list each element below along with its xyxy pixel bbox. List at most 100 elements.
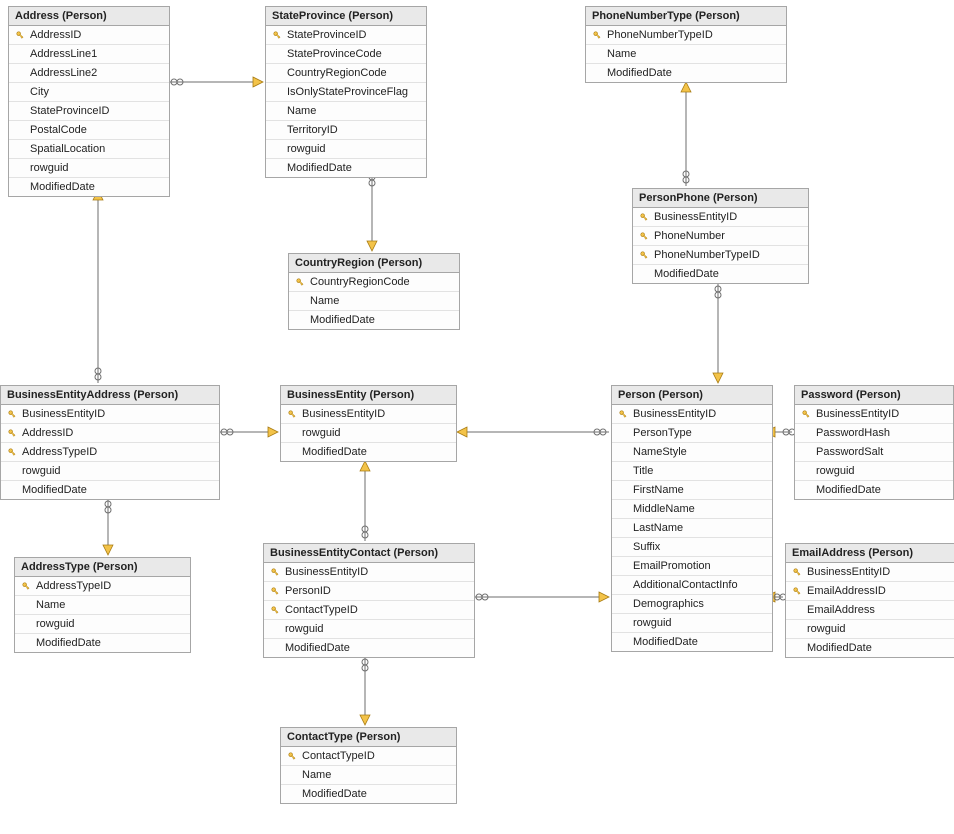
entity-emailaddress[interactable]: EmailAddress (Person) BusinessEntityIDEm… [785,543,954,658]
column-row[interactable]: ModifiedDate [633,265,808,283]
column-row[interactable]: ModifiedDate [264,639,474,657]
column-name: Name [308,295,339,307]
entity-contacttype[interactable]: ContactType (Person) ContactTypeID Name Mo… [280,727,457,804]
column-row[interactable]: Title [612,462,772,481]
column-row[interactable]: ModifiedDate [281,443,456,461]
primary-key-icon [636,250,652,260]
column-row[interactable]: PhoneNumberTypeID [633,246,808,265]
column-row[interactable]: BusinessEntityID [633,208,808,227]
column-name: Name [300,769,331,781]
column-row[interactable]: TerritoryID [266,121,426,140]
column-row[interactable]: LastName [612,519,772,538]
column-row[interactable]: AddressTypeID [15,577,190,596]
column-row[interactable]: StateProvinceCode [266,45,426,64]
primary-key-icon [636,231,652,241]
entity-person[interactable]: Person (Person) BusinessEntityIDPersonTy… [611,385,773,652]
column-row[interactable]: rowguid [266,140,426,159]
entity-personphone[interactable]: PersonPhone (Person) BusinessEntityIDPho… [632,188,809,284]
column-row[interactable]: Demographics [612,595,772,614]
column-row[interactable]: Name [281,766,456,785]
entity-stateprovince[interactable]: StateProvince (Person) StateProvinceIDSt… [265,6,427,178]
column-row[interactable]: PasswordHash [795,424,953,443]
column-row[interactable]: BusinessEntityID [612,405,772,424]
column-name: IsOnlyStateProvinceFlag [285,86,408,98]
entity-columns: BusinessEntityID PersonIDContactTypeIDrow… [264,563,474,657]
column-row[interactable]: ModifiedDate [15,634,190,652]
column-row[interactable]: ModifiedDate [786,639,954,657]
entity-countryregion[interactable]: CountryRegion (Person) CountryRegionCode… [288,253,460,330]
column-row[interactable]: ModifiedDate [586,64,786,82]
column-row[interactable]: ModifiedDate [281,785,456,803]
column-name: ModifiedDate [28,181,95,193]
primary-key-icon [284,751,300,761]
column-row[interactable]: Suffix [612,538,772,557]
column-row[interactable]: BusinessEntityID [795,405,953,424]
column-row[interactable]: CountryRegionCode [266,64,426,83]
entity-title: ContactType (Person) [281,728,456,747]
column-row[interactable]: Name [15,596,190,615]
column-row[interactable]: ModifiedDate [612,633,772,651]
entity-password[interactable]: Password (Person) BusinessEntityIDPasswo… [794,385,954,500]
column-row[interactable]: BusinessEntityID [786,563,954,582]
entity-title: Person (Person) [612,386,772,405]
column-row[interactable]: BusinessEntityID [264,563,474,582]
column-row[interactable]: PostalCode [9,121,169,140]
column-row[interactable]: AddressID [1,424,219,443]
column-row[interactable]: SpatialLocation [9,140,169,159]
column-row[interactable]: rowguid [786,620,954,639]
column-name: PasswordHash [814,427,890,439]
column-row[interactable]: rowguid [264,620,474,639]
column-row[interactable]: AddressLine1 [9,45,169,64]
column-name: rowguid [631,617,672,629]
column-row[interactable]: Name [586,45,786,64]
column-row[interactable]: rowguid [612,614,772,633]
column-row[interactable]: AddressLine2 [9,64,169,83]
column-name: ModifiedDate [605,67,672,79]
column-row[interactable]: PhoneNumber [633,227,808,246]
column-row[interactable]: EmailAddressID [786,582,954,601]
column-row[interactable]: Name [289,292,459,311]
column-name: rowguid [34,618,75,630]
column-row[interactable]: ContactTypeID [264,601,474,620]
column-row[interactable]: StateProvinceID [9,102,169,121]
column-row[interactable]: rowguid [15,615,190,634]
column-row[interactable]: BusinessEntityID [1,405,219,424]
column-row[interactable]: IsOnlyStateProvinceFlag [266,83,426,102]
column-row[interactable]: rowguid [281,424,456,443]
column-row[interactable]: ModifiedDate [266,159,426,177]
column-row[interactable]: ModifiedDate [9,178,169,196]
entity-address[interactable]: Address (Person) AddressIDAddressLine1Ad… [8,6,170,197]
column-row[interactable]: FirstName [612,481,772,500]
column-row[interactable]: rowguid [795,462,953,481]
column-row[interactable]: rowguid [1,462,219,481]
column-row[interactable]: CountryRegionCode [289,273,459,292]
column-row[interactable]: ModifiedDate [289,311,459,329]
column-row[interactable]: Name [266,102,426,121]
column-row[interactable]: StateProvinceID [266,26,426,45]
column-row[interactable]: MiddleName [612,500,772,519]
column-name: AdditionalContactInfo [631,579,738,591]
column-row[interactable]: PersonID [264,582,474,601]
column-row[interactable]: ModifiedDate [1,481,219,499]
column-row[interactable]: ContactTypeID [281,747,456,766]
column-row[interactable]: AdditionalContactInfo [612,576,772,595]
entity-businessentityaddress[interactable]: BusinessEntityAddress (Person) BusinessE… [0,385,220,500]
column-name: BusinessEntityID [652,211,737,223]
column-row[interactable]: BusinessEntityID [281,405,456,424]
column-row[interactable]: ModifiedDate [795,481,953,499]
column-row[interactable]: EmailPromotion [612,557,772,576]
column-name: BusinessEntityID [283,566,368,578]
entity-businessentitycontact[interactable]: BusinessEntityContact (Person) BusinessE… [263,543,475,658]
column-row[interactable]: PhoneNumberTypeID [586,26,786,45]
column-row[interactable]: NameStyle [612,443,772,462]
column-row[interactable]: EmailAddress [786,601,954,620]
column-row[interactable]: rowguid [9,159,169,178]
column-row[interactable]: City [9,83,169,102]
column-row[interactable]: AddressTypeID [1,443,219,462]
column-row[interactable]: PasswordSalt [795,443,953,462]
entity-businessentity[interactable]: BusinessEntity (Person) BusinessEntityID… [280,385,457,462]
entity-phonenumbertype[interactable]: PhoneNumberType (Person) PhoneNumberType… [585,6,787,83]
column-row[interactable]: AddressID [9,26,169,45]
entity-addresstype[interactable]: AddressType (Person) AddressTypeIDNamero… [14,557,191,653]
column-row[interactable]: PersonType [612,424,772,443]
